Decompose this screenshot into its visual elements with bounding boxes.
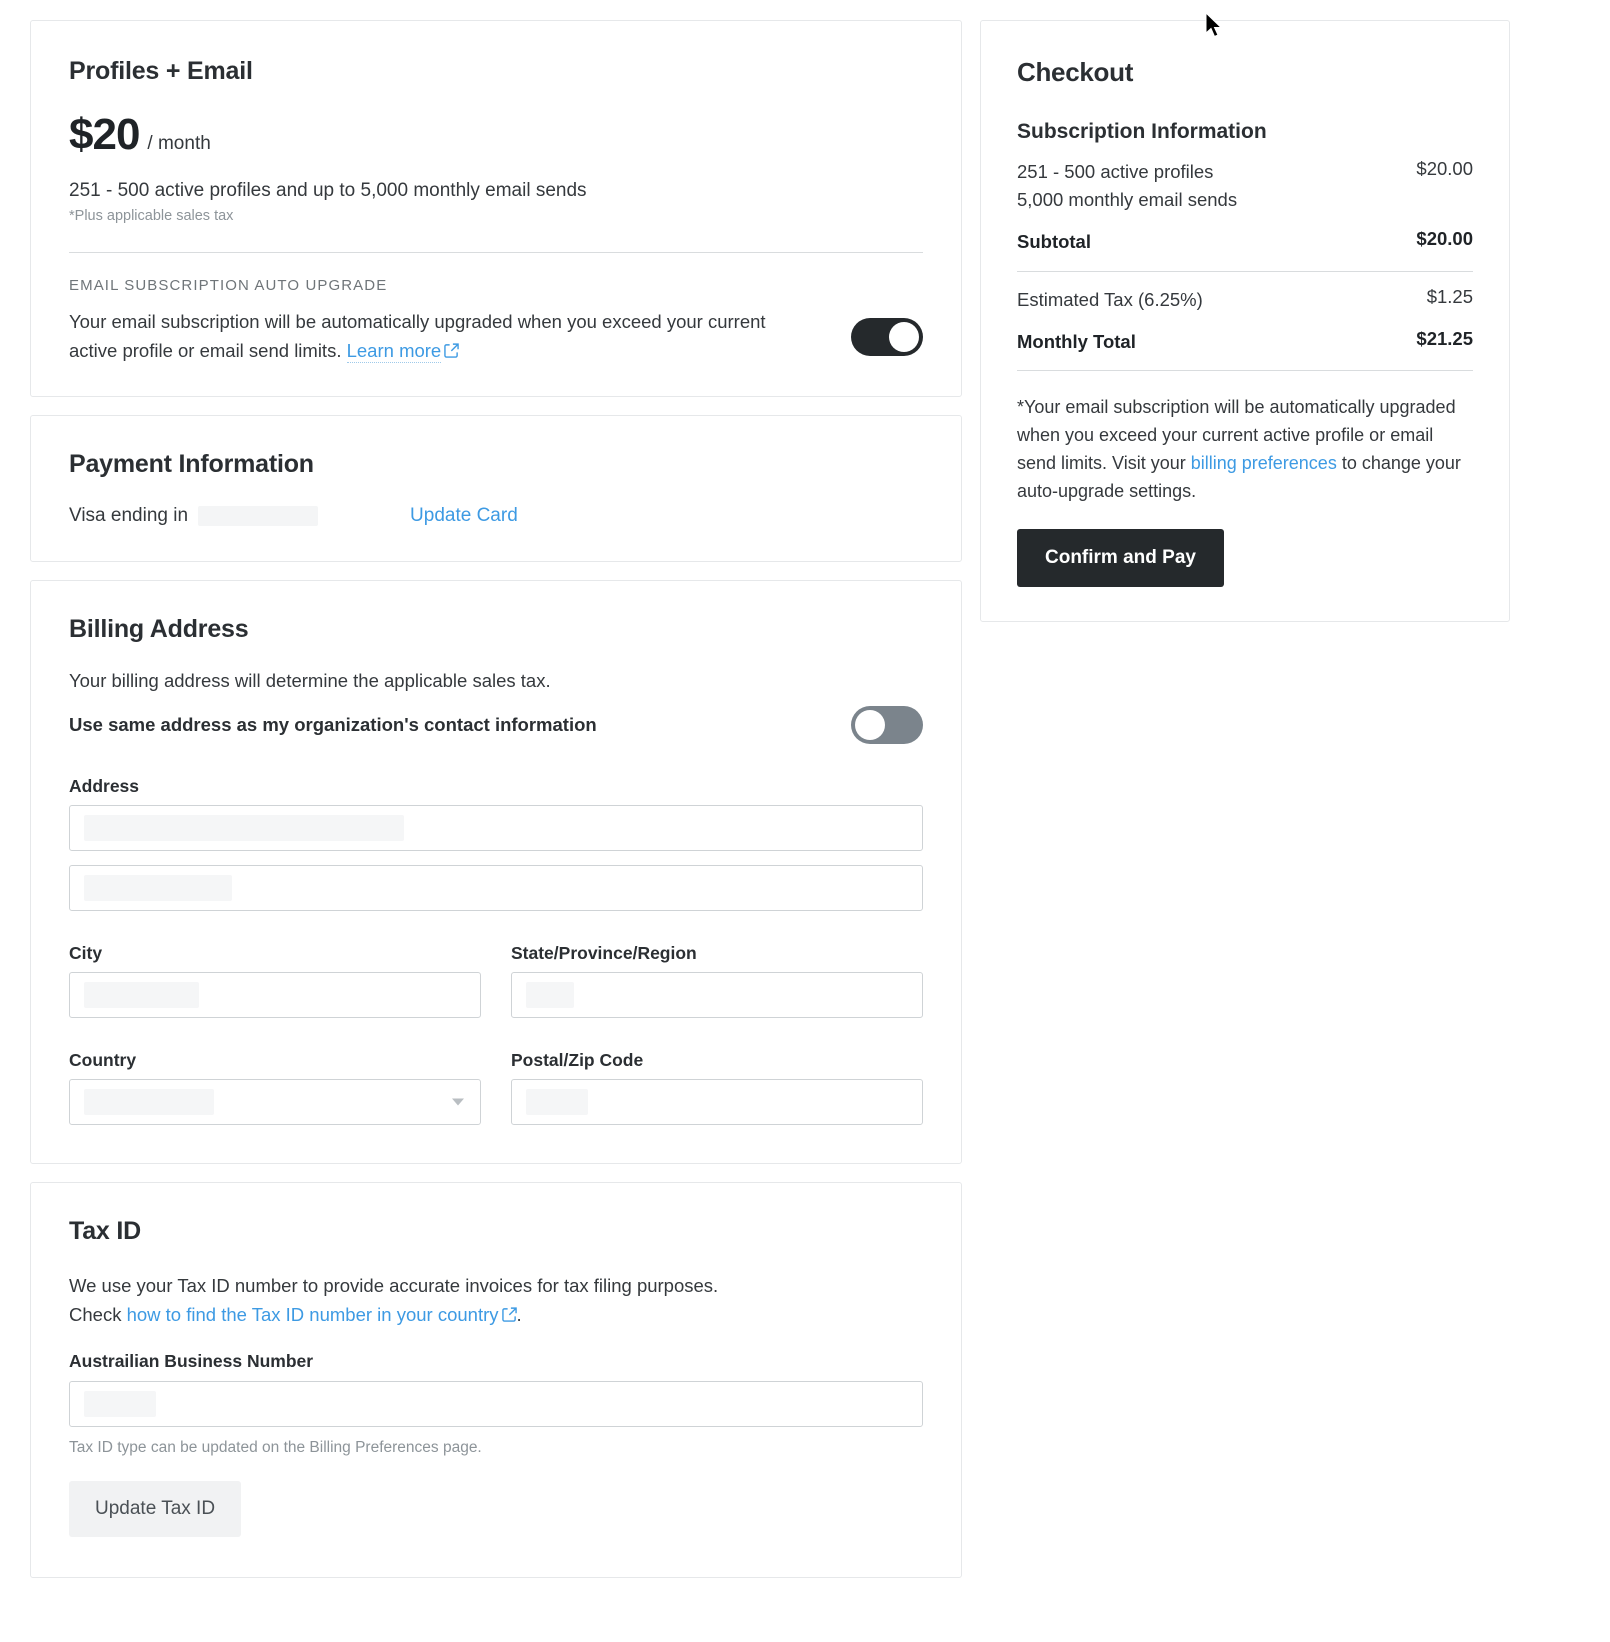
- left-column: Profiles + Email $20 / month 251 - 500 a…: [30, 20, 962, 1596]
- checkout-line-item-value: $20.00: [1416, 158, 1473, 179]
- learn-more-label: Learn more: [346, 339, 442, 361]
- postal-field-group: Postal/Zip Code: [511, 1050, 923, 1126]
- country-postal-row: Country Postal/Zip Code: [69, 1050, 923, 1126]
- checkout-subtotal-value: $20.00: [1416, 227, 1473, 249]
- tax-id-card: Tax ID We use your Tax ID number to prov…: [30, 1182, 962, 1578]
- tax-id-field-label: Austrailian Business Number: [69, 1350, 314, 1371]
- state-label: State/Province/Region: [511, 943, 697, 964]
- plan-price-period: / month: [147, 133, 211, 154]
- plan-tax-note: *Plus applicable sales tax: [69, 208, 234, 224]
- auto-upgrade-description: Your email subscription will be automati…: [69, 308, 814, 366]
- payment-card-row: Visa ending in Update Card: [69, 505, 923, 527]
- billing-preferences-link[interactable]: billing preferences: [1191, 453, 1337, 473]
- address-field-group: Address: [69, 776, 923, 852]
- same-address-toggle-knob: [855, 710, 885, 741]
- same-address-toggle[interactable]: [851, 706, 923, 745]
- country-redacted: [84, 1089, 214, 1116]
- billing-address-description: Your billing address will determine the …: [69, 670, 551, 692]
- auto-upgrade-toggle-knob: [889, 322, 919, 353]
- city-state-row: City State/Province/Region: [69, 943, 923, 1019]
- checkout-title: Checkout: [1017, 57, 1134, 87]
- tax-id-input[interactable]: [69, 1380, 923, 1427]
- checkout-divider-1: [1017, 271, 1473, 273]
- payment-card-digits-redacted: [198, 506, 319, 527]
- plan-price-amount: $20: [69, 110, 140, 159]
- checkout-total-value: $21.25: [1416, 328, 1473, 349]
- update-card-link[interactable]: Update Card: [410, 505, 518, 527]
- tax-id-description-line1: We use your Tax ID number to provide acc…: [69, 1275, 719, 1297]
- checkout-line-item-label: 251 - 500 active profiles 5,000 monthly …: [1017, 158, 1237, 214]
- checkout-total-label: Monthly Total: [1017, 331, 1136, 352]
- chevron-down-icon: [452, 1098, 464, 1106]
- address-label: Address: [69, 776, 140, 797]
- postal-input[interactable]: [511, 1079, 923, 1126]
- same-address-row: Use same address as my organization's co…: [69, 706, 923, 745]
- checkout-total-row: Monthly Total $21.25: [1017, 328, 1473, 356]
- auto-upgrade-toggle[interactable]: [851, 318, 923, 357]
- state-field-group: State/Province/Region: [511, 943, 923, 1019]
- tax-id-description: We use your Tax ID number to provide acc…: [69, 1272, 923, 1330]
- state-redacted: [526, 982, 574, 1009]
- plan-description: 251 - 500 active profiles and up to 5,00…: [69, 180, 587, 201]
- billing-checkout-page: Profiles + Email $20 / month 251 - 500 a…: [0, 0, 1610, 1596]
- payment-information-title: Payment Information: [69, 450, 314, 479]
- subscription-information-heading: Subscription Information: [1017, 120, 1267, 143]
- checkout-subtotal-label: Subtotal: [1017, 230, 1091, 252]
- address-line2-input[interactable]: [69, 865, 923, 912]
- address-line1-input[interactable]: [69, 805, 923, 852]
- country-select[interactable]: [69, 1079, 481, 1126]
- address-line1-redacted: [84, 815, 404, 842]
- checkout-subtotal-row: Subtotal $20.00: [1017, 228, 1473, 256]
- city-label: City: [69, 943, 103, 964]
- checkout-line-item-label-line2: 5,000 monthly email sends: [1017, 188, 1238, 210]
- update-tax-id-button[interactable]: Update Tax ID: [69, 1480, 242, 1537]
- tax-id-redacted: [84, 1390, 156, 1417]
- plan-title: Profiles + Email: [69, 57, 253, 85]
- checkout-tax-label: Estimated Tax (6.25%): [1017, 289, 1203, 311]
- auto-upgrade-heading: EMAIL SUBSCRIPTION AUTO UPGRADE: [69, 277, 388, 294]
- checkout-tax-value: $1.25: [1426, 286, 1473, 308]
- tax-id-title: Tax ID: [69, 1217, 141, 1246]
- billing-address-card: Billing Address Your billing address wil…: [30, 580, 962, 1165]
- postal-redacted: [526, 1089, 588, 1116]
- address-line2-group: [69, 865, 923, 912]
- external-link-icon-tax: [501, 1302, 517, 1331]
- country-label: Country: [69, 1050, 137, 1071]
- payment-information-card: Payment Information Visa ending in Updat…: [30, 415, 962, 563]
- city-redacted: [84, 982, 199, 1009]
- country-field-group: Country: [69, 1050, 481, 1126]
- billing-address-title: Billing Address: [69, 615, 249, 644]
- city-field-group: City: [69, 943, 481, 1019]
- checkout-card: Checkout Subscription Information 251 - …: [980, 20, 1510, 623]
- checkout-line-item: 251 - 500 active profiles 5,000 monthly …: [1017, 158, 1473, 214]
- checkout-tax-row: Estimated Tax (6.25%) $1.25: [1017, 286, 1473, 314]
- external-link-icon: [444, 338, 459, 367]
- learn-more-link[interactable]: Learn more: [346, 339, 442, 363]
- payment-card-label: Visa ending in: [69, 505, 189, 527]
- tax-id-help-link[interactable]: how to find the Tax ID number in your co…: [127, 1304, 499, 1325]
- address-line2-redacted: [84, 875, 232, 902]
- state-input[interactable]: [511, 972, 923, 1019]
- checkout-auto-upgrade-note: *Your email subscription will be automat…: [1017, 393, 1473, 505]
- checkout-line-item-label-line1: 251 - 500 active profiles: [1017, 161, 1214, 182]
- tax-id-check-prefix: Check: [69, 1304, 122, 1326]
- confirm-and-pay-button[interactable]: Confirm and Pay: [1017, 529, 1224, 588]
- plan-divider: [69, 252, 923, 253]
- plan-summary-card: Profiles + Email $20 / month 251 - 500 a…: [30, 20, 962, 398]
- postal-label: Postal/Zip Code: [511, 1050, 644, 1071]
- plan-price-row: $20 / month: [69, 110, 923, 160]
- same-address-label: Use same address as my organization's co…: [69, 714, 597, 736]
- tax-id-hint: Tax ID type can be updated on the Billin…: [69, 1438, 482, 1456]
- auto-upgrade-row: Your email subscription will be automati…: [69, 308, 923, 366]
- checkout-divider-2: [1017, 369, 1473, 371]
- right-column: Checkout Subscription Information 251 - …: [980, 20, 1510, 640]
- tax-id-description-suffix: .: [516, 1304, 522, 1326]
- city-input[interactable]: [69, 972, 481, 1019]
